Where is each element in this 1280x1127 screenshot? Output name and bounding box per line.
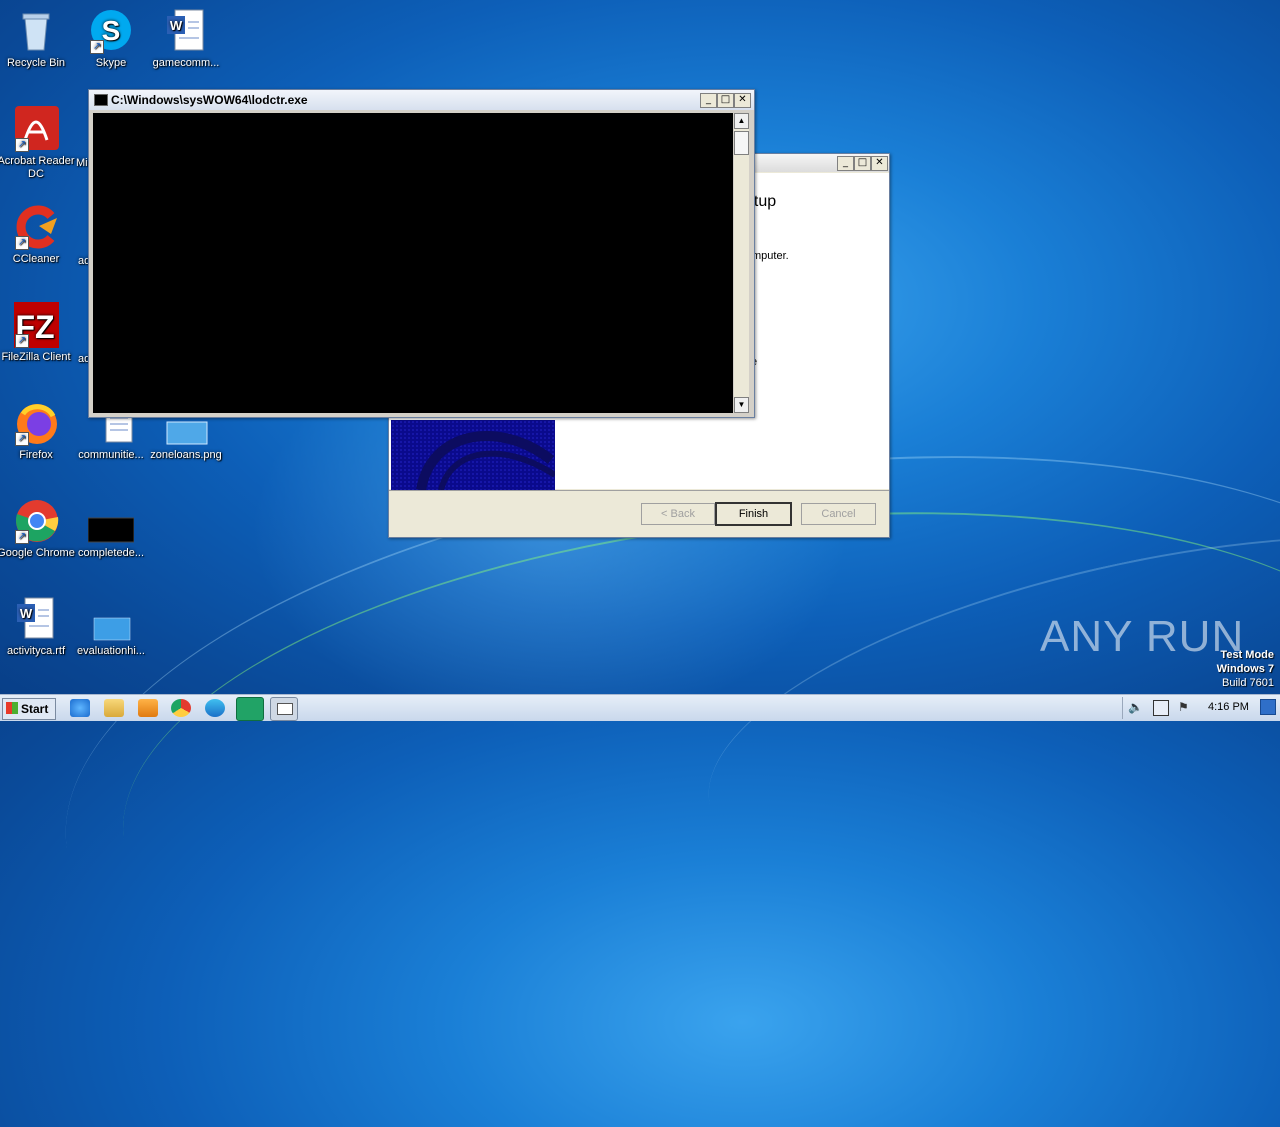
network-icon[interactable]: [1153, 700, 1169, 716]
finish-button[interactable]: Finish: [715, 502, 792, 526]
shortcut-arrow-icon: ↗: [90, 40, 104, 54]
word-document-icon: W: [163, 8, 209, 54]
scroll-down-icon[interactable]: ▼: [734, 397, 749, 413]
watermark-line: Build 7601: [1222, 677, 1274, 689]
filezilla-icon: FZ ↗: [13, 302, 60, 348]
acrobat-icon: ↗: [13, 106, 59, 152]
start-label: Start: [21, 702, 49, 716]
scrollbar-thumb[interactable]: [734, 131, 749, 155]
desktop-icon-filezilla[interactable]: FZ ↗ FileZilla Client: [0, 302, 75, 364]
chrome-icon[interactable]: [171, 699, 191, 717]
desktop-icon-activityca[interactable]: W activityca.rtf: [0, 596, 75, 658]
firefox-icon: ↗: [13, 400, 59, 446]
chrome-icon: ↗: [13, 498, 59, 544]
media-player-icon[interactable]: [138, 699, 158, 717]
windows-logo-icon: [6, 702, 18, 714]
show-desktop-icon[interactable]: [1260, 699, 1276, 715]
desktop-icon-ccleaner[interactable]: ↗ CCleaner: [0, 204, 75, 266]
desktop-icon-firefox[interactable]: ↗ Firefox: [0, 400, 75, 462]
svg-text:W: W: [170, 18, 183, 33]
console-window[interactable]: C:\Windows\sysWOW64\lodctr.exe _ □ ✕ ▲ ▼: [88, 89, 755, 418]
svg-text:W: W: [20, 606, 33, 621]
skype-icon: S ↗: [88, 8, 134, 54]
desktop-icon-evaluationhi[interactable]: evaluationhi...: [72, 596, 150, 658]
cancel-button[interactable]: Cancel: [801, 503, 876, 525]
ie-icon[interactable]: [70, 699, 90, 717]
taskbar: Start 🔈 ⚑ 4:16 PM: [0, 694, 1280, 721]
divider: [389, 490, 889, 491]
desktop-icon-label: FileZilla Client: [1, 351, 71, 363]
setup-text: mputer.: [752, 250, 789, 262]
flag-icon[interactable]: ⚑: [1178, 700, 1189, 714]
shortcut-arrow-icon: ↗: [15, 138, 29, 152]
image-file-icon: [88, 596, 134, 642]
console-scrollbar[interactable]: ▲ ▼: [734, 113, 749, 413]
scroll-up-icon[interactable]: ▲: [734, 113, 749, 129]
start-button[interactable]: Start: [2, 698, 56, 720]
desktop-icon-label: activityca.rtf: [6, 645, 66, 657]
desktop-icon-label: Google Chrome: [0, 547, 75, 559]
console-titlebar[interactable]: C:\Windows\sysWOW64\lodctr.exe _ □ ✕: [89, 90, 754, 110]
minimize-button[interactable]: _: [700, 93, 717, 108]
maximize-button[interactable]: □: [854, 156, 871, 171]
shortcut-arrow-icon: ↗: [15, 236, 29, 250]
console-icon[interactable]: [270, 697, 298, 721]
setup-banner-image: [391, 420, 555, 490]
back-button[interactable]: < Back: [641, 503, 715, 525]
console-icon: [94, 94, 108, 106]
maximize-button[interactable]: □: [717, 93, 734, 108]
minimize-button[interactable]: _: [837, 156, 854, 171]
watermark-line: Test Mode: [1220, 649, 1274, 661]
volume-icon[interactable]: 🔈: [1128, 700, 1143, 714]
black-thumbnail-icon: [87, 498, 135, 544]
svg-text:S: S: [102, 15, 121, 46]
desktop-icon-label: Firefox: [19, 449, 53, 461]
desktop-icon-skype[interactable]: S ↗ Skype: [72, 8, 150, 70]
anyrun-watermark: ANY RUN: [1040, 612, 1245, 661]
tray-divider: [1122, 697, 1123, 719]
desktop-icon-gamecomm[interactable]: W gamecomm...: [147, 8, 225, 70]
app-green-icon[interactable]: [236, 697, 264, 721]
close-button[interactable]: ✕: [734, 93, 751, 108]
console-output[interactable]: [93, 113, 733, 413]
shortcut-arrow-icon: ↗: [15, 334, 29, 348]
clock[interactable]: 4:16 PM: [1208, 701, 1249, 713]
word-document-icon: W: [13, 596, 59, 642]
console-title: C:\Windows\sysWOW64\lodctr.exe: [111, 93, 308, 107]
console-thumbnail: [277, 703, 293, 715]
desktop-icon-label: zoneloans.png: [150, 449, 222, 461]
ccleaner-icon: ↗: [13, 204, 59, 250]
shortcut-arrow-icon: ↗: [15, 530, 29, 544]
test-mode-watermark: Test Mode Windows 7 Build 7601: [1217, 648, 1274, 690]
desktop-icon-label: gamecomm...: [152, 57, 220, 69]
desktop-icon-chrome[interactable]: ↗ Google Chrome: [0, 498, 75, 560]
desktop-icon-label: evaluationhi...: [77, 645, 145, 657]
desktop-icon-label: Recycle Bin: [6, 57, 66, 69]
watermark-line: Windows 7: [1216, 663, 1274, 675]
desktop-icon-label: communitie...: [78, 449, 144, 461]
close-button[interactable]: ✕: [871, 156, 888, 171]
explorer-icon[interactable]: [104, 699, 124, 717]
desktop-icon-label: completede...: [77, 547, 145, 559]
desktop-icon-recycle-bin[interactable]: Recycle Bin: [0, 8, 75, 70]
shortcut-arrow-icon: ↗: [15, 432, 29, 446]
desktop-icon-label: CCleaner: [12, 253, 60, 265]
edge-icon[interactable]: [205, 699, 225, 717]
desktop-icon-completede[interactable]: completede...: [72, 498, 150, 560]
recycle-bin-icon: [13, 8, 59, 54]
desktop-icon-label: Skype: [95, 57, 127, 69]
